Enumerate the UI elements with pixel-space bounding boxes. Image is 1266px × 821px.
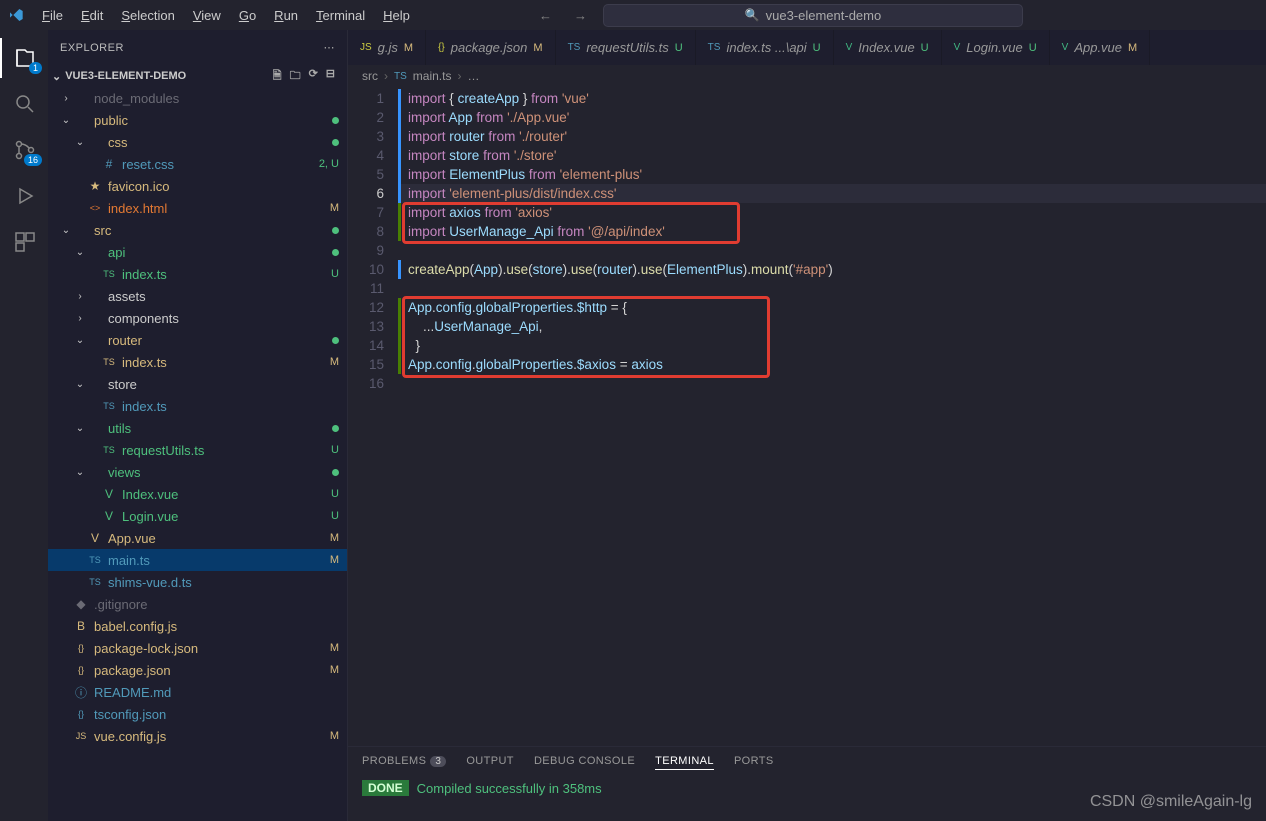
terminal-output: Compiled successfully in 358ms	[417, 781, 602, 796]
file-tree: ›node_modules⌄public⌄css#reset.css2, U★f…	[48, 87, 347, 821]
menu-selection[interactable]: Selection	[113, 4, 182, 27]
panel-tab-output[interactable]: OUTPUT	[466, 753, 514, 770]
command-center-title: vue3-element-demo	[766, 8, 882, 23]
panel-tab-problems[interactable]: PROBLEMS3	[362, 753, 446, 770]
tree-item[interactable]: <>index.htmlM	[48, 197, 347, 219]
vscode-icon	[8, 7, 24, 23]
tree-item[interactable]: ⌄public	[48, 109, 347, 131]
tree-item[interactable]: ⌄views	[48, 461, 347, 483]
tree-item[interactable]: TSindex.tsM	[48, 351, 347, 373]
tree-item[interactable]: ⌄utils	[48, 417, 347, 439]
tree-item[interactable]: ⌄router	[48, 329, 347, 351]
tree-item[interactable]: JSvue.config.jsM	[48, 725, 347, 747]
new-file-icon[interactable]: 🗎	[273, 67, 282, 86]
tree-item[interactable]: ⌄css	[48, 131, 347, 153]
menu-go[interactable]: Go	[231, 4, 264, 27]
tree-item[interactable]: ⓘREADME.md	[48, 681, 347, 703]
tree-item[interactable]: {}package-lock.jsonM	[48, 637, 347, 659]
editor-tab[interactable]: {}package.jsonM	[426, 30, 555, 65]
menu-terminal[interactable]: Terminal	[308, 4, 373, 27]
editor-tab[interactable]: VLogin.vueU	[942, 30, 1050, 65]
refresh-icon[interactable]: ⟳	[309, 67, 318, 86]
editor-tab[interactable]: JSg.jsM	[348, 30, 426, 65]
tree-item[interactable]: {}package.jsonM	[48, 659, 347, 681]
tree-item[interactable]: Bbabel.config.js	[48, 615, 347, 637]
menu-file[interactable]: File	[34, 4, 71, 27]
tree-item[interactable]: TSshims-vue.d.ts	[48, 571, 347, 593]
tree-item[interactable]: {}tsconfig.json	[48, 703, 347, 725]
tree-item[interactable]: #reset.css2, U	[48, 153, 347, 175]
tree-item[interactable]: ⌄store	[48, 373, 347, 395]
editor-tabs: JSg.jsM{}package.jsonMTSrequestUtils.tsU…	[348, 30, 1266, 65]
tree-item[interactable]: ⌄api	[48, 241, 347, 263]
search-icon: 🔍	[745, 8, 760, 22]
editor-tab[interactable]: TSrequestUtils.tsU	[556, 30, 696, 65]
scm-badge: 16	[24, 154, 42, 166]
tree-item[interactable]: ›components	[48, 307, 347, 329]
editor-tab[interactable]: VApp.vueM	[1050, 30, 1151, 65]
collapse-icon[interactable]: ⊟	[326, 67, 335, 86]
editor-tab[interactable]: TSindex.ts ...\apiU	[696, 30, 834, 65]
tree-item[interactable]: ›assets	[48, 285, 347, 307]
section-title: VUE3-ELEMENT-DEMO	[65, 70, 186, 82]
sidebar-title: EXPLORER	[60, 42, 124, 54]
tree-item[interactable]: TSmain.tsM	[48, 549, 347, 571]
tree-item[interactable]: ⌄src	[48, 219, 347, 241]
explorer-badge: 1	[29, 62, 42, 74]
sidebar: EXPLORER ⋯ ⌄ VUE3-ELEMENT-DEMO 🗎 🗀 ⟳ ⊟ ›…	[48, 30, 348, 821]
activity-debug[interactable]	[0, 176, 48, 216]
new-folder-icon[interactable]: 🗀	[290, 67, 301, 86]
menu-edit[interactable]: Edit	[73, 4, 111, 27]
tree-item[interactable]: TSindex.tsU	[48, 263, 347, 285]
tree-item[interactable]: ◆.gitignore	[48, 593, 347, 615]
explorer-section-header[interactable]: ⌄ VUE3-ELEMENT-DEMO 🗎 🗀 ⟳ ⊟	[48, 65, 347, 87]
menu-view[interactable]: View	[185, 4, 229, 27]
bottom-panel: PROBLEMS3 OUTPUT DEBUG CONSOLE TERMINAL PORT…	[348, 746, 1266, 821]
tree-item[interactable]: TSindex.ts	[48, 395, 347, 417]
panel-tab-debug-console[interactable]: DEBUG CONSOLE	[534, 753, 635, 770]
tree-item[interactable]: ★favicon.ico	[48, 175, 347, 197]
tree-item[interactable]: TSrequestUtils.tsU	[48, 439, 347, 461]
panel-tab-terminal[interactable]: TERMINAL	[655, 753, 714, 770]
menu-run[interactable]: Run	[266, 4, 306, 27]
breadcrumb[interactable]: src › TS main.ts › …	[348, 65, 1266, 87]
menu-help[interactable]: Help	[375, 4, 418, 27]
activity-scm[interactable]: 16	[0, 130, 48, 170]
nav-back[interactable]: ←	[533, 6, 558, 25]
sidebar-more-icon[interactable]: ⋯	[324, 41, 336, 54]
tree-item[interactable]: VLogin.vueU	[48, 505, 347, 527]
activity-explorer[interactable]: 1	[0, 38, 48, 78]
done-badge: DONE	[362, 780, 409, 796]
menu-bar: FileEditSelectionViewGoRunTerminalHelp	[34, 4, 418, 27]
tree-item[interactable]: VIndex.vueU	[48, 483, 347, 505]
command-center[interactable]: 🔍 vue3-element-demo	[603, 4, 1023, 27]
activity-extensions[interactable]	[0, 222, 48, 262]
editor-tab[interactable]: VIndex.vueU	[834, 30, 942, 65]
tree-item[interactable]: VApp.vueM	[48, 527, 347, 549]
panel-tab-ports[interactable]: PORTS	[734, 753, 774, 770]
tree-item[interactable]: ›node_modules	[48, 87, 347, 109]
code-editor[interactable]: 12345678910111213141516 import { createA…	[348, 87, 1266, 746]
activity-bar: 1 16	[0, 30, 48, 821]
nav-forward[interactable]: →	[568, 6, 593, 25]
activity-search[interactable]	[0, 84, 48, 124]
